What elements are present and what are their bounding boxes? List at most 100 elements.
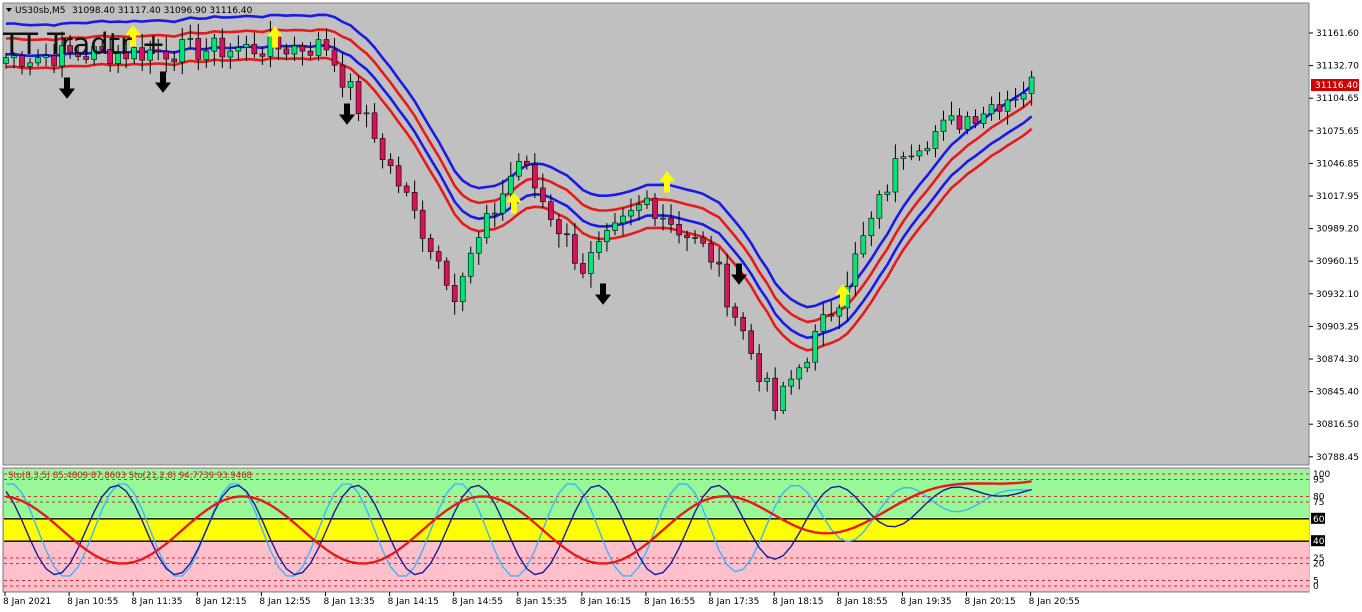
bear-candle [532,164,538,189]
price-tick-label: 30960.15 [1316,257,1359,267]
bear-candle [259,53,266,57]
bear-candle [443,260,450,286]
time-tick-label: 8 Jan 12:15 [195,597,246,607]
bull-candle [820,314,827,332]
bull-candle [515,160,522,177]
bull-candle [363,112,370,115]
price-tick-label: 30816.50 [1316,420,1359,430]
time-tick-label: 8 Jan 16:55 [644,597,695,607]
bear-candle [828,314,835,317]
bull-candle [1012,98,1019,101]
bull-candle [235,47,242,52]
bear-candle [700,237,706,244]
bull-candle [892,158,899,193]
bear-candle [403,185,410,193]
time-tick-label: 8 Jan 20:15 [965,597,1016,607]
bull-candle [612,222,618,231]
level-label: 20 [1313,560,1325,570]
bull-candle [596,241,602,253]
bear-candle [195,38,202,60]
bear-candle [283,48,290,55]
bull-candle [788,378,795,387]
bear-candle [956,115,963,130]
bull-candle [924,148,931,152]
price-tick-label: 30845.40 [1316,388,1359,398]
bull-candle [1028,76,1035,94]
bear-candle [379,138,386,160]
bull-candle [644,197,650,205]
bear-candle [524,160,530,166]
bull-candle [459,275,466,302]
bear-candle [339,64,346,88]
bear-candle [323,39,330,51]
bull-candle [852,253,859,287]
price-tick-label: 31132.70 [1316,62,1359,72]
bull-candle [780,385,787,412]
bull-candle [588,252,594,274]
bull-candle [940,119,947,132]
trading-chart[interactable]: US30sb,M5 31098.40 31117.40 31096.90 311… [0,0,1362,612]
time-tick-label: 8 Jan 11:35 [131,597,182,607]
bull-candle [507,175,514,195]
bull-candle [868,217,875,237]
bear-candle [419,209,426,239]
bull-candle [243,43,250,48]
price-panel[interactable] [2,2,1310,466]
time-tick-label: 8 Jan 15:35 [516,597,567,607]
symbol-label: US30sb,M5 [15,6,66,16]
price-tick-label: 30788.45 [1316,453,1359,463]
bear-candle [972,116,979,124]
bear-candle [556,219,562,235]
bull-candle [980,113,987,124]
bull-candle [491,212,498,215]
time-tick-label: 8 Jan 18:15 [772,597,823,607]
bear-candle [427,238,434,252]
bear-candle [435,251,442,262]
bear-candle [572,234,578,264]
bear-candle [355,81,362,115]
bull-candle [1020,93,1027,100]
bear-candle [219,37,226,58]
bear-candle [756,353,762,382]
bear-candle [684,234,690,238]
bear-candle [652,197,658,219]
bull-candle [483,213,490,239]
bull-candle [884,191,891,195]
bull-candle [964,116,971,130]
time-tick-label: 8 Jan 20:55 [1029,597,1080,607]
time-tick-label: 8 Jan 17:35 [708,597,759,607]
bull-candle [1004,99,1011,112]
bear-candle [299,45,306,52]
price-tick-label: 31075.65 [1316,127,1359,137]
chart-canvas[interactable]: US30sb,M5 31098.40 31117.40 31096.90 311… [0,0,1362,612]
bull-candle [211,37,218,52]
bull-candle [988,104,995,115]
bear-candle [331,49,338,66]
price-tick-label: 30874.30 [1316,355,1359,365]
bull-candle [27,62,33,67]
neutral-zone [4,517,1309,541]
bull-candle [620,215,626,224]
bear-candle [251,43,258,55]
bull-candle [908,155,915,158]
price-tick-label: 30989.20 [1316,225,1359,235]
bear-candle [387,159,394,166]
bull-candle [475,237,482,254]
level-label: 0 [1313,582,1319,592]
bull-candle [179,39,186,63]
bull-candle [660,217,666,220]
bull-candle [860,235,867,255]
bear-candle [564,233,570,236]
bear-candle [548,201,554,220]
price-tick-label: 30903.25 [1316,322,1359,332]
bull-candle [836,307,843,317]
bull-candle [628,210,634,217]
bear-candle [171,58,178,63]
bear-candle [451,285,458,302]
bull-candle [291,45,298,55]
price-tick-label: 31104.65 [1316,94,1359,104]
bear-candle [580,263,586,274]
bull-candle [187,38,194,40]
ohlc-readout: 31098.40 31117.40 31096.90 31116.40 [72,6,253,16]
level-label: 75 [1313,498,1324,508]
